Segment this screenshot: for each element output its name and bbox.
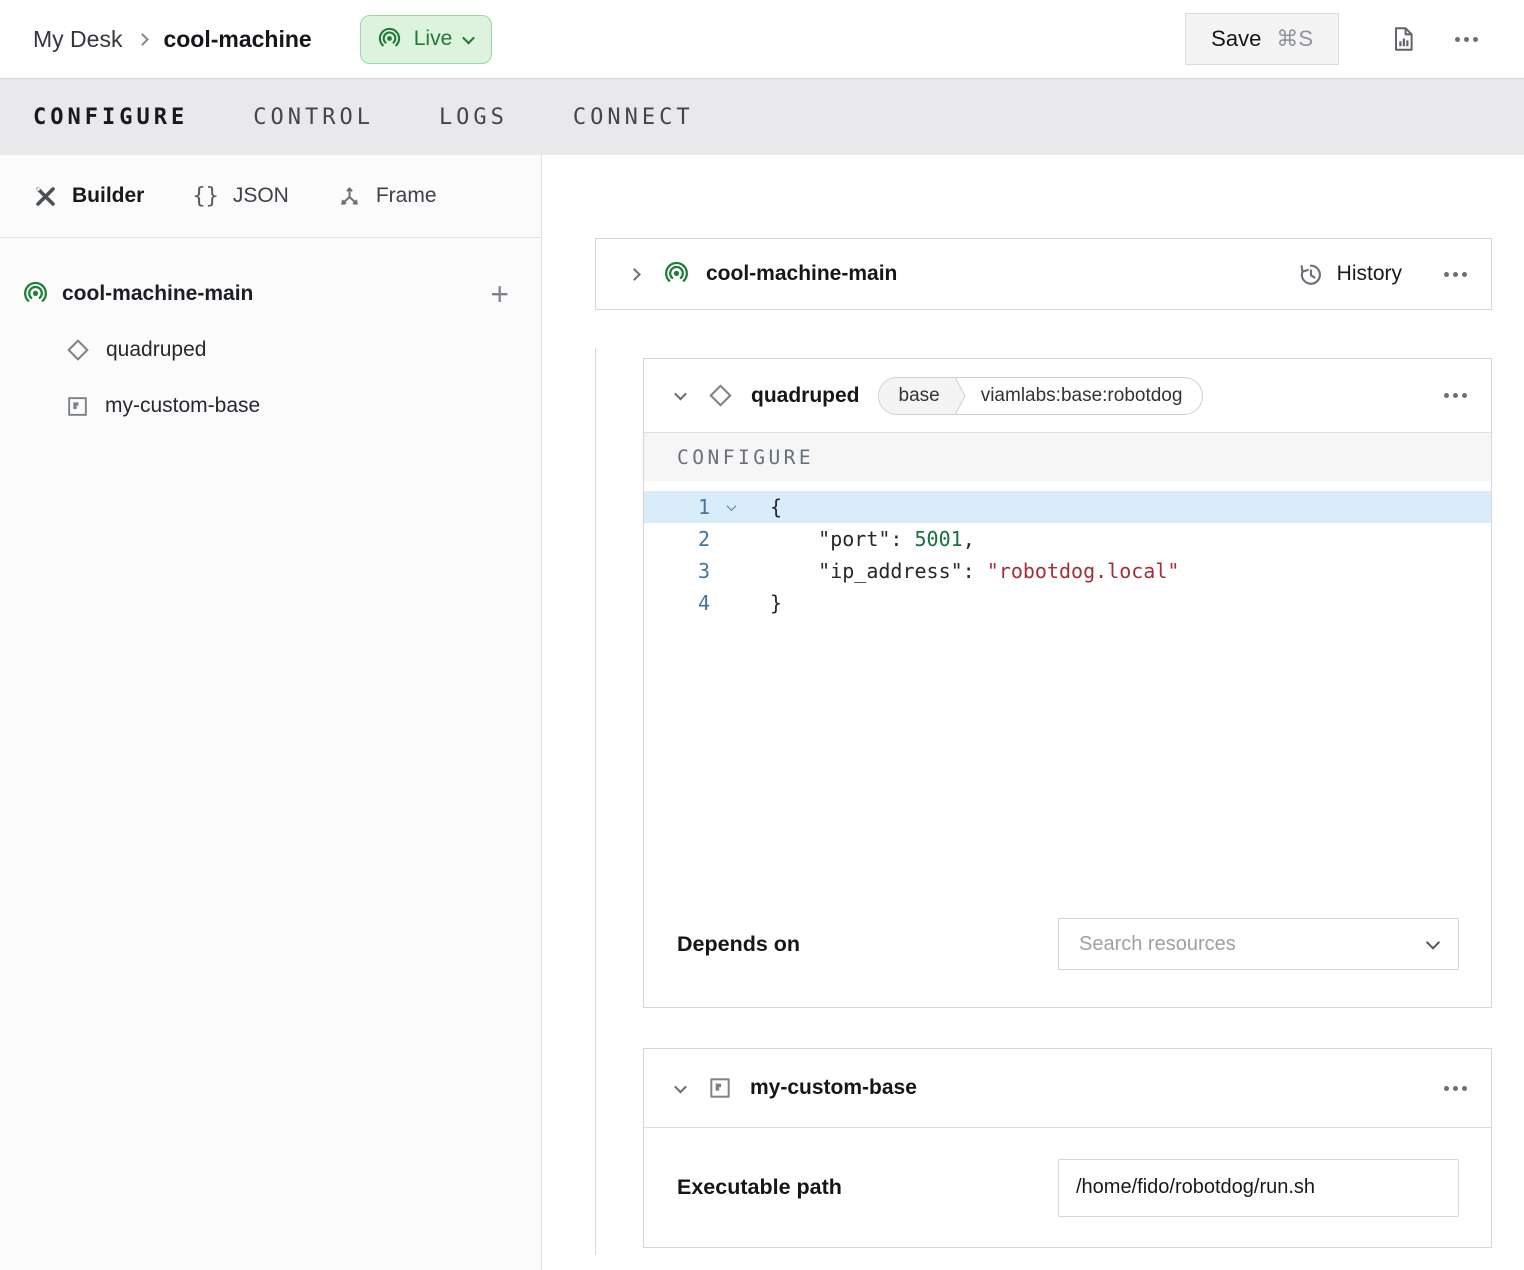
collapse-chevron-icon[interactable] — [674, 1080, 687, 1093]
configure-section-bar: CONFIGURE — [644, 432, 1491, 481]
save-button[interactable]: Save ⌘S — [1185, 13, 1339, 65]
machine-nav-tabs: CONFIGURE CONTROL LOGS CONNECT — [0, 78, 1524, 155]
fold-gutter — [710, 523, 752, 555]
executable-path-label: Executable path — [677, 1175, 842, 1200]
json-code-editor[interactable]: 1{2 "port": 5001,3 "ip_address": "robotd… — [644, 481, 1491, 918]
history-clock-icon — [1297, 261, 1324, 288]
component-card-title: quadruped — [751, 384, 860, 408]
add-resource-button[interactable]: + — [490, 278, 509, 310]
view-tab-builder[interactable]: Builder — [33, 184, 144, 209]
frame-axes-icon — [337, 184, 362, 209]
sidebar-view-tabs: Builder {} JSON Frame — [0, 155, 541, 238]
component-card-header: quadruped base viamlabs:base:robotdog — [644, 359, 1491, 432]
json-braces-icon: {} — [192, 184, 219, 209]
module-icon — [707, 1075, 733, 1101]
depends-on-label: Depends on — [677, 932, 800, 957]
history-button[interactable]: History — [1297, 261, 1402, 288]
machine-card: cool-machine-main History — [595, 238, 1492, 310]
module-card-header: my-custom-base — [644, 1049, 1491, 1128]
code-text: "ip_address": "robotdog.local" — [752, 555, 1179, 587]
module-card-more-menu[interactable] — [1444, 1086, 1467, 1091]
executable-path-input[interactable] — [1058, 1159, 1459, 1217]
save-shortcut: ⌘S — [1276, 26, 1313, 52]
tree-root-label: cool-machine-main — [62, 282, 253, 306]
module-card-title: my-custom-base — [750, 1076, 917, 1100]
code-line-1[interactable]: 1{ — [644, 491, 1491, 523]
breadcrumb-chevron-icon — [138, 35, 147, 44]
history-label: History — [1337, 262, 1402, 286]
tab-connect[interactable]: CONNECT — [573, 105, 694, 130]
tree-item-my-custom-base[interactable]: my-custom-base — [0, 378, 541, 434]
depends-on-row: Depends on Search resources — [644, 918, 1491, 1007]
code-line-3[interactable]: 3 "ip_address": "robotdog.local" — [644, 555, 1491, 587]
view-tab-json[interactable]: {} JSON — [192, 184, 289, 209]
live-label: Live — [414, 27, 453, 51]
component-card-quadruped: quadruped base viamlabs:base:robotdog CO… — [643, 358, 1492, 1008]
config-sidebar: Builder {} JSON Frame — [0, 155, 542, 1270]
live-status-dropdown[interactable]: Live — [360, 15, 493, 64]
line-number: 4 — [644, 587, 710, 619]
broadcast-icon — [22, 281, 49, 308]
nesting-connector-line — [595, 348, 596, 1255]
code-line-4[interactable]: 4} — [644, 587, 1491, 619]
badge-type-segment: base — [879, 378, 954, 414]
line-number: 1 — [644, 491, 710, 523]
builder-tools-icon — [33, 184, 58, 209]
tree-child-label: quadruped — [106, 338, 206, 362]
depends-on-placeholder: Search resources — [1079, 933, 1236, 956]
badge-model-segment: viamlabs:base:robotdog — [969, 385, 1203, 407]
line-number: 3 — [644, 555, 710, 587]
save-label: Save — [1211, 26, 1261, 52]
header-more-menu[interactable] — [1455, 37, 1478, 42]
code-text: "port": 5001, — [752, 523, 975, 555]
broadcast-icon — [663, 261, 690, 288]
broadcast-icon — [377, 27, 402, 52]
fold-chevron-icon[interactable] — [710, 491, 752, 523]
code-text: { — [752, 491, 782, 523]
tree-item-machine-main[interactable]: cool-machine-main + — [0, 266, 541, 322]
tab-control[interactable]: CONTROL — [253, 105, 374, 130]
component-type-model-badge[interactable]: base viamlabs:base:robotdog — [878, 377, 1204, 415]
expand-chevron-icon[interactable] — [628, 268, 641, 281]
tab-configure[interactable]: CONFIGURE — [33, 105, 188, 130]
depends-on-select[interactable]: Search resources — [1058, 918, 1459, 970]
breadcrumb-current: cool-machine — [163, 26, 311, 53]
configure-section-label: CONFIGURE — [677, 446, 814, 469]
machine-card-title: cool-machine-main — [706, 262, 897, 286]
chevron-down-icon — [1426, 936, 1440, 950]
machine-stats-file-icon[interactable] — [1389, 25, 1417, 53]
component-diamond-icon — [707, 382, 734, 409]
collapse-chevron-icon[interactable] — [674, 388, 687, 401]
machine-card-more-menu[interactable] — [1444, 272, 1467, 277]
tree-child-label: my-custom-base — [105, 394, 260, 418]
builder-tab-label: Builder — [72, 184, 144, 208]
json-tab-label: JSON — [233, 184, 289, 208]
tab-logs[interactable]: LOGS — [439, 105, 508, 130]
fold-gutter — [710, 587, 752, 619]
resource-tree: cool-machine-main + quadruped — [0, 238, 541, 434]
tree-item-quadruped[interactable]: quadruped — [0, 322, 541, 378]
frame-tab-label: Frame — [376, 184, 437, 208]
config-main-panel: cool-machine-main History — [542, 155, 1524, 1270]
component-card-more-menu[interactable] — [1444, 393, 1467, 398]
fold-gutter — [710, 555, 752, 587]
view-tab-frame[interactable]: Frame — [337, 184, 437, 209]
breadcrumb-parent[interactable]: My Desk — [33, 26, 122, 53]
top-header: My Desk cool-machine Live Save ⌘S — [0, 0, 1524, 78]
code-line-2[interactable]: 2 "port": 5001, — [644, 523, 1491, 555]
chevron-down-icon — [462, 31, 475, 44]
component-diamond-icon — [65, 337, 91, 363]
code-text: } — [752, 587, 782, 619]
module-icon — [65, 394, 90, 419]
module-card-my-custom-base: my-custom-base Executable path — [643, 1048, 1492, 1248]
module-card-body: Executable path — [644, 1128, 1491, 1247]
line-number: 2 — [644, 523, 710, 555]
badge-divider-chevron-icon — [954, 377, 969, 415]
